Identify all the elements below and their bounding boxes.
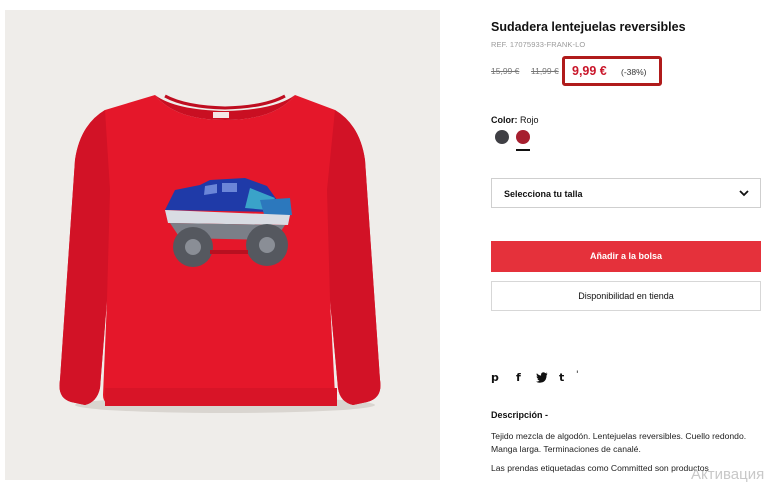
product-ref: REF. 17075933-FRANK-LO <box>491 40 586 49</box>
facebook-icon[interactable]: f <box>516 371 521 384</box>
product-image[interactable] <box>5 10 440 480</box>
description-title: Descripción - <box>491 410 549 420</box>
previous-price: 11,99 € <box>531 66 559 76</box>
discount-badge: (-38%) <box>621 67 647 77</box>
current-price: 9,99 € <box>572 64 607 78</box>
pinterest-icon[interactable]: p <box>491 371 499 384</box>
sweatshirt-illustration <box>59 94 381 413</box>
color-swatch-red[interactable] <box>516 130 530 144</box>
color-label: Color: Rojo <box>491 115 539 125</box>
color-swatch-dark-grey[interactable] <box>495 130 509 144</box>
description-text: Tejido mezcla de algodón. Lentejuelas re… <box>491 431 747 454</box>
original-price: 15,99 € <box>491 66 520 76</box>
color-label-key: Color: <box>491 115 518 125</box>
twitter-icon[interactable] <box>536 372 548 383</box>
color-value: Rojo <box>520 115 539 125</box>
share-more: ' <box>576 370 579 380</box>
size-select-label: Selecciona tu talla <box>504 189 583 199</box>
selected-swatch-indicator <box>516 149 530 151</box>
activation-watermark: Активация <box>691 466 765 483</box>
tumblr-icon[interactable]: t <box>559 371 564 384</box>
store-availability-button[interactable]: Disponibilidad en tienda <box>491 281 761 311</box>
price-highlight-box: 9,99 € (-38%) <box>562 56 662 86</box>
add-to-bag-button[interactable]: Añadir a la bolsa <box>491 241 761 272</box>
product-title: Sudadera lentejuelas reversibles <box>491 20 686 34</box>
chevron-down-icon <box>739 190 749 197</box>
size-select[interactable]: Selecciona tu talla <box>491 178 761 208</box>
